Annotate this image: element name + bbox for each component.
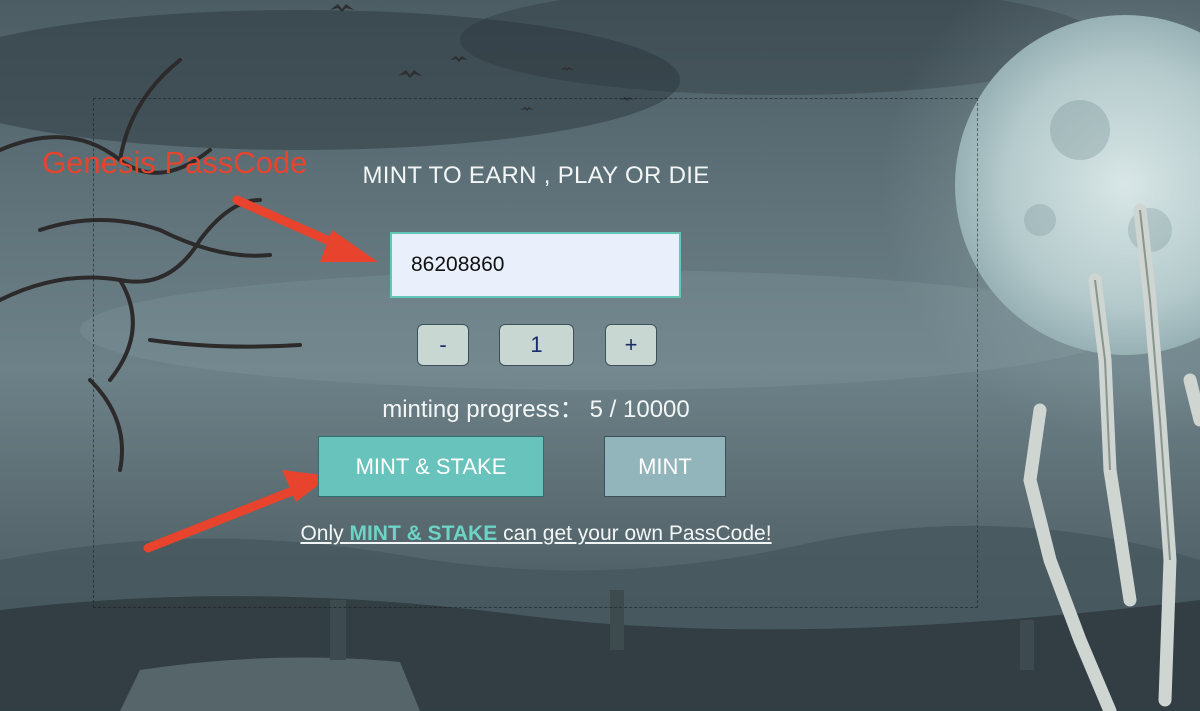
note-prefix: Only bbox=[300, 522, 350, 545]
progress-label: minting progress： bbox=[382, 396, 584, 423]
decrement-button[interactable]: - bbox=[417, 324, 469, 366]
skeleton-hand-icon bbox=[1023, 203, 1200, 711]
annotation-label: Genesis PassCode bbox=[42, 145, 308, 180]
progress-value: 5 / 10000 bbox=[589, 396, 690, 423]
minting-progress: minting progress： 5 / 10000 bbox=[330, 389, 742, 424]
page-title: MINT TO EARN , PLAY OR DIE bbox=[362, 162, 710, 189]
mint-stake-button[interactable]: MINT & STAKE bbox=[318, 436, 544, 497]
bats-icon bbox=[330, 4, 634, 111]
moon-icon bbox=[955, 15, 1200, 355]
passcode-input[interactable] bbox=[390, 232, 681, 298]
mint-button[interactable]: MINT bbox=[604, 436, 726, 497]
increment-button[interactable]: + bbox=[605, 324, 657, 366]
note-highlight: MINT & STAKE bbox=[349, 522, 498, 545]
passcode-note-link[interactable]: Only MINT & STAKE can get your own PassC… bbox=[250, 522, 822, 546]
note-suffix: can get your own PassCode! bbox=[497, 522, 772, 545]
quantity-field[interactable]: 1 bbox=[499, 324, 574, 366]
